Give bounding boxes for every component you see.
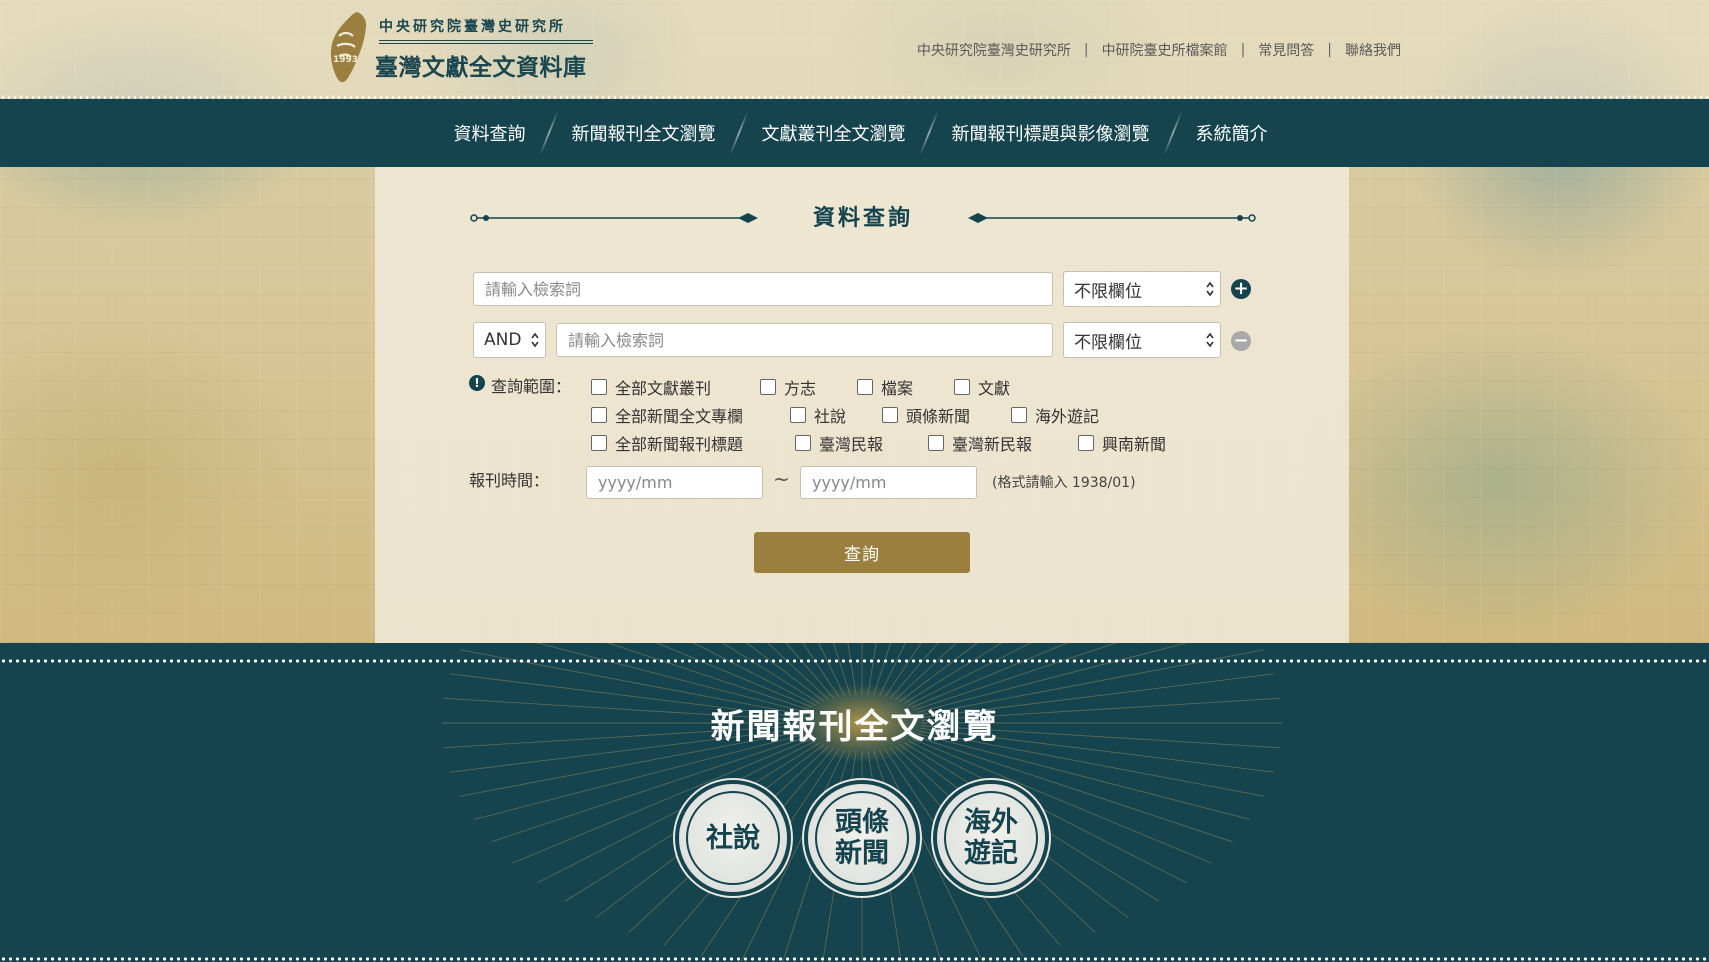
seal-label-line2: 新聞 xyxy=(835,838,889,869)
checkbox[interactable] xyxy=(795,435,811,451)
minus-circle-icon: − xyxy=(1233,330,1249,351)
scope-checkbox-headlines[interactable]: 頭條新聞 xyxy=(882,403,970,427)
scope-checkbox-kounan-shinbun[interactable]: 興南新聞 xyxy=(1078,431,1166,455)
field-select-2[interactable]: 不限欄位 xyxy=(1063,322,1221,358)
checkbox-label: 頭條新聞 xyxy=(906,407,971,426)
date-format-hint: (格式請輸入 1938/01) xyxy=(992,475,1136,491)
field-select-value: 不限欄位 xyxy=(1074,281,1142,302)
nav-item-literature-fulltext[interactable]: 文獻叢刊全文瀏覽 xyxy=(760,120,908,146)
seal-editorials[interactable]: 社說 xyxy=(679,784,787,892)
checkbox-label: 臺灣民報 xyxy=(819,435,884,454)
checkbox-label: 海外遊記 xyxy=(1035,407,1100,426)
link-separator: | xyxy=(1327,42,1332,58)
remove-row-button[interactable]: − xyxy=(1231,331,1251,351)
link-archives[interactable]: 中研院臺史所檔案館 xyxy=(1102,40,1228,60)
info-icon: ! xyxy=(469,375,485,391)
scope-checkbox-editorials[interactable]: 社說 xyxy=(790,403,846,427)
nav-item-about[interactable]: 系統簡介 xyxy=(1194,120,1270,146)
link-contact[interactable]: 聯絡我們 xyxy=(1345,40,1401,60)
database-title: 臺灣文獻全文資料庫 xyxy=(375,54,587,81)
scope-checkbox-all-titles[interactable]: 全部新聞報刊標題 xyxy=(591,431,743,455)
checkbox-label: 全部新聞全文專欄 xyxy=(615,407,744,426)
seal-travelogues[interactable]: 海外 遊記 xyxy=(937,784,1045,892)
checkbox[interactable] xyxy=(928,435,944,451)
scope-checkbox-all-columns[interactable]: 全部新聞全文專欄 xyxy=(591,403,743,427)
nav-divider xyxy=(1162,111,1183,155)
panel-title-row: 資料查詢 xyxy=(470,203,1256,233)
checkbox-label: 文獻 xyxy=(978,379,1011,398)
checkbox[interactable] xyxy=(790,407,806,423)
date-range-label: 報刊時間： xyxy=(469,471,550,490)
add-row-button[interactable]: + xyxy=(1231,279,1251,299)
checkbox[interactable] xyxy=(591,379,607,395)
checkbox[interactable] xyxy=(591,407,607,423)
operator-value: AND xyxy=(484,330,522,350)
scope-checkbox-all-literature[interactable]: 全部文獻叢刊 xyxy=(591,375,711,399)
logo-year: 1993 xyxy=(333,55,358,65)
seal-label-line1: 海外 xyxy=(964,807,1018,838)
utility-links: 中央研究院臺灣史研究所 | 中研院臺史所檔案館 | 常見問答 | 聯絡我們 xyxy=(917,40,1401,60)
scope-label: 查詢範圍： xyxy=(491,377,572,396)
checkbox[interactable] xyxy=(591,435,607,451)
search-input-2[interactable] xyxy=(556,323,1053,357)
checkbox[interactable] xyxy=(954,379,970,395)
seal-label: 社說 xyxy=(706,822,760,854)
nav-item-newspaper-fulltext[interactable]: 新聞報刊全文瀏覽 xyxy=(570,120,718,146)
checkbox[interactable] xyxy=(1011,407,1027,423)
scope-checkbox-taiwan-shinminpao[interactable]: 臺灣新民報 xyxy=(928,431,1032,455)
select-arrows-icon xyxy=(1206,332,1214,348)
date-to-input[interactable] xyxy=(800,466,977,499)
scope-checkbox-archives[interactable]: 檔案 xyxy=(857,375,913,399)
scope-checkbox-travelogues[interactable]: 海外遊記 xyxy=(1011,403,1099,427)
search-input-1[interactable] xyxy=(473,272,1053,306)
operator-select[interactable]: AND xyxy=(473,322,546,358)
nav-divider xyxy=(538,111,559,155)
checkbox-label: 方志 xyxy=(784,379,817,398)
select-arrows-icon xyxy=(531,332,539,348)
main-nav: 資料查詢 新聞報刊全文瀏覽 文獻叢刊全文瀏覽 新聞報刊標題與影像瀏覽 系統簡介 xyxy=(0,99,1709,167)
link-separator: | xyxy=(1083,42,1089,58)
search-panel: 資料查詢 不限欄位 + AND 不限欄位 − ! 查詢範圍： 全部文獻叢刊 方志… xyxy=(375,167,1349,643)
site-logo[interactable]: 1993 中央研究院臺灣史研究所 臺灣文獻全文資料庫 xyxy=(327,8,597,86)
link-separator: | xyxy=(1240,42,1246,58)
browse-section: 新聞報刊全文瀏覽 社說 頭條 新聞 海外 遊記 xyxy=(0,643,1709,962)
scope-checkbox-gazetteers[interactable]: 方志 xyxy=(760,375,816,399)
scope-checkbox-taiwan-minpao[interactable]: 臺灣民報 xyxy=(795,431,883,455)
date-separator: ~ xyxy=(773,467,790,491)
field-select-value: 不限欄位 xyxy=(1074,332,1142,353)
plus-circle-icon: + xyxy=(1233,278,1249,299)
checkbox[interactable] xyxy=(1078,435,1094,451)
search-submit-button[interactable]: 查詢 xyxy=(754,532,970,573)
title-ornament-right xyxy=(968,213,1256,223)
nav-divider xyxy=(728,111,749,155)
select-arrows-icon xyxy=(1206,281,1214,297)
taiwan-seal-logo-icon: 1993 xyxy=(330,12,367,83)
checkbox-label: 社說 xyxy=(814,407,847,426)
nav-divider xyxy=(918,111,939,155)
browse-title: 新聞報刊全文瀏覽 xyxy=(710,707,999,747)
nav-item-newspaper-titles-images[interactable]: 新聞報刊標題與影像瀏覽 xyxy=(950,120,1152,146)
checkbox[interactable] xyxy=(882,407,898,423)
section-dotted-border-top xyxy=(0,659,1709,663)
seal-label-line1: 頭條 xyxy=(835,807,889,838)
checkbox-label: 檔案 xyxy=(881,379,914,398)
checkbox-label: 興南新聞 xyxy=(1102,435,1167,454)
institute-name: 中央研究院臺灣史研究所 xyxy=(379,19,566,35)
nav-item-search[interactable]: 資料查詢 xyxy=(452,120,528,146)
logo-divider xyxy=(379,40,593,44)
field-select-1[interactable]: 不限欄位 xyxy=(1063,271,1221,307)
seal-headlines[interactable]: 頭條 新聞 xyxy=(808,784,916,892)
section-dotted-border-bottom xyxy=(0,957,1709,961)
checkbox-label: 全部新聞報刊標題 xyxy=(615,435,744,454)
checkbox-label: 全部文獻叢刊 xyxy=(615,379,712,398)
checkbox[interactable] xyxy=(857,379,873,395)
link-ith[interactable]: 中央研究院臺灣史研究所 xyxy=(917,40,1071,60)
date-from-input[interactable] xyxy=(586,466,763,499)
seal-label-line2: 遊記 xyxy=(964,838,1018,869)
link-faq[interactable]: 常見問答 xyxy=(1258,40,1314,60)
checkbox[interactable] xyxy=(760,379,776,395)
site-header: 1993 中央研究院臺灣史研究所 臺灣文獻全文資料庫 中央研究院臺灣史研究所 |… xyxy=(0,0,1709,98)
scope-checkbox-documents[interactable]: 文獻 xyxy=(954,375,1010,399)
checkbox-label: 臺灣新民報 xyxy=(952,435,1033,454)
